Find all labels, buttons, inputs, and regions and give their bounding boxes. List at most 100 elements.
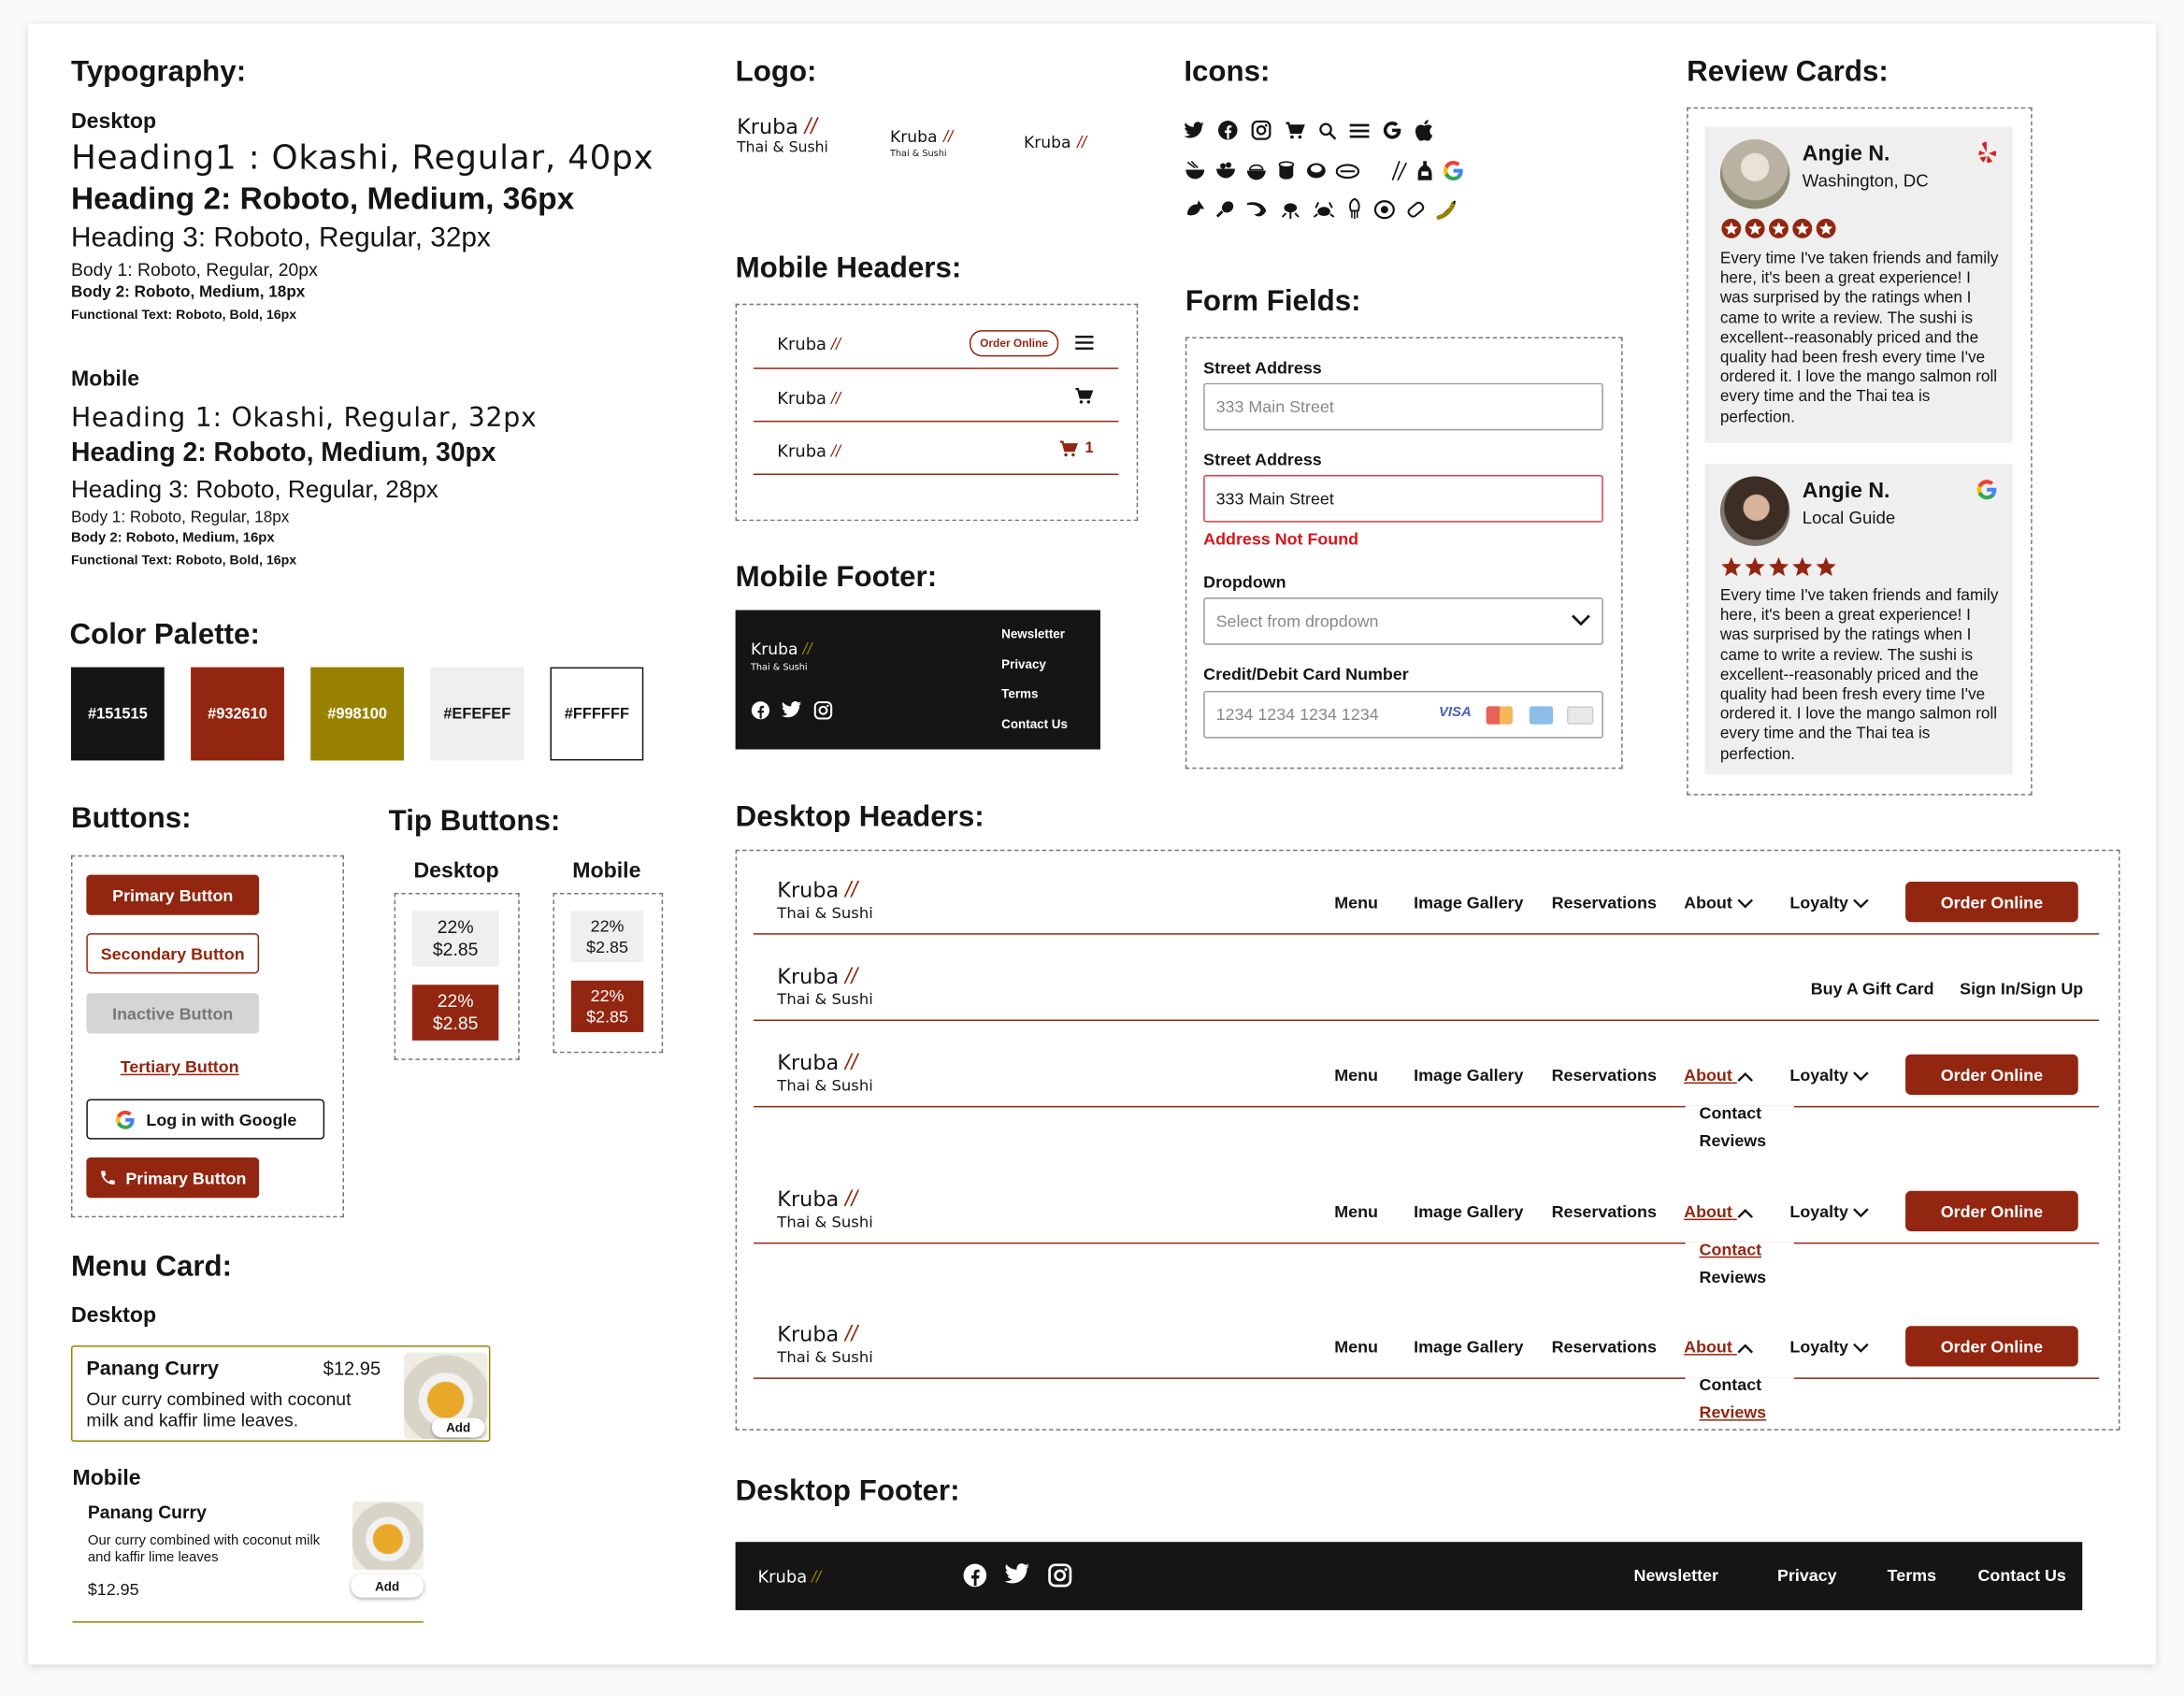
lobster-icon bbox=[1279, 198, 1302, 219]
header-logo[interactable]: Kruba //Thai & Sushi bbox=[777, 878, 872, 923]
nav-about[interactable]: About bbox=[1684, 893, 1754, 913]
primary-icon-button-label: Primary Button bbox=[125, 1168, 247, 1188]
primary-button[interactable]: Primary Button bbox=[86, 874, 260, 915]
order-online-button[interactable]: Order Online bbox=[1905, 1054, 2078, 1095]
secondary-button[interactable]: Secondary Button bbox=[86, 933, 260, 974]
google-icon bbox=[1382, 120, 1402, 140]
google-login-button[interactable]: Log in with Google bbox=[86, 1099, 325, 1140]
dropdown-contact[interactable]: Contact bbox=[1700, 1374, 1762, 1394]
tip-percent: 22% bbox=[590, 915, 625, 936]
header-logo[interactable]: Kruba //Thai & Sushi bbox=[777, 1186, 872, 1231]
nav-reservations[interactable]: Reservations bbox=[1552, 1066, 1657, 1085]
street-address-input[interactable]: 333 Main Street bbox=[1203, 382, 1603, 431]
footer-link-newsletter[interactable]: Newsletter bbox=[1634, 1566, 1718, 1586]
menu-card-mobile[interactable]: Panang Curry Our curry combined with coc… bbox=[72, 1496, 424, 1623]
order-online-button[interactable]: Order Online bbox=[1905, 1190, 2078, 1231]
footer-link-contact[interactable]: Contact Us bbox=[1001, 717, 1068, 731]
dropdown-reviews[interactable]: Reviews bbox=[1700, 1131, 1767, 1151]
instagram-icon bbox=[1251, 120, 1272, 140]
tip-percent: 22% bbox=[437, 915, 474, 938]
dropdown-select[interactable]: Select from dropdown bbox=[1203, 597, 1603, 645]
tip-mobile-default[interactable]: 22% $2.85 bbox=[570, 911, 644, 963]
nav-reservations[interactable]: Reservations bbox=[1552, 1337, 1657, 1357]
order-online-button[interactable]: Order Online bbox=[969, 330, 1059, 357]
footer-logo[interactable]: Kruba // bbox=[757, 1564, 821, 1589]
order-online-button[interactable]: Order Online bbox=[1905, 882, 2078, 923]
review-card-google: Angie N. Local Guide Every time I've tak… bbox=[1704, 464, 2013, 775]
inactive-button[interactable]: Inactive Button bbox=[86, 993, 260, 1034]
mobile-heading2-sample: Heading 2: Roboto, Medium, 30px bbox=[70, 438, 496, 468]
facebook-icon[interactable] bbox=[962, 1563, 987, 1588]
nav-reservations[interactable]: Reservations bbox=[1552, 893, 1657, 913]
instagram-icon[interactable] bbox=[1047, 1563, 1072, 1588]
cart-icon[interactable] bbox=[1074, 387, 1094, 405]
twitter-icon[interactable] bbox=[781, 700, 802, 720]
order-online-button[interactable]: Order Online bbox=[1905, 1326, 2078, 1367]
tip-desktop-default[interactable]: 22% $2.85 bbox=[411, 911, 499, 967]
desktop-header-about-open: Kruba //Thai & Sushi Menu Image Gallery … bbox=[753, 1050, 2100, 1108]
nav-loyalty-label: Loyalty bbox=[1789, 1065, 1848, 1085]
footer-link-newsletter[interactable]: Newsletter bbox=[1001, 626, 1065, 640]
menu-card-desktop[interactable]: Panang Curry $12.95 Our curry combined w… bbox=[70, 1345, 491, 1442]
nav-loyalty[interactable]: Loyalty bbox=[1789, 893, 1870, 913]
card-number-input[interactable]: 1234 1234 1234 1234 VISA bbox=[1203, 690, 1603, 739]
footer-link-contact[interactable]: Contact Us bbox=[1978, 1566, 2066, 1586]
add-button[interactable]: Add bbox=[351, 1574, 424, 1598]
footer-link-terms[interactable]: Terms bbox=[1888, 1566, 1936, 1586]
nav-loyalty[interactable]: Loyalty bbox=[1789, 1337, 1870, 1358]
nav-image-gallery[interactable]: Image Gallery bbox=[1414, 1066, 1523, 1085]
mobile-header-logo[interactable]: Kruba // bbox=[777, 386, 841, 411]
google-icon bbox=[1976, 478, 1999, 501]
hamburger-menu-icon[interactable] bbox=[1075, 335, 1094, 352]
mobile-header-logo[interactable]: Kruba // bbox=[777, 438, 841, 464]
cart-icon[interactable] bbox=[1058, 440, 1078, 458]
nav-image-gallery[interactable]: Image Gallery bbox=[1414, 893, 1523, 913]
drumstick-icon bbox=[1214, 198, 1235, 219]
rating-star bbox=[1721, 556, 1742, 577]
header-logo[interactable]: Kruba //Thai & Sushi bbox=[777, 1322, 872, 1367]
nav-loyalty-label: Loyalty bbox=[1789, 1201, 1848, 1222]
footer-logo[interactable]: Kruba // Thai & Sushi bbox=[751, 637, 812, 673]
tertiary-button[interactable]: Tertiary Button bbox=[86, 1053, 273, 1081]
mobile-header-logo[interactable]: Kruba // bbox=[777, 332, 841, 357]
mobile-functional-sample: Functional Text: Roboto, Bold, 16px bbox=[70, 553, 297, 568]
add-button[interactable]: Add bbox=[431, 1417, 485, 1438]
dropdown-reviews[interactable]: Reviews bbox=[1700, 1268, 1767, 1287]
tip-mobile-selected[interactable]: 22% $2.85 bbox=[570, 980, 644, 1032]
facebook-icon[interactable] bbox=[751, 700, 770, 720]
twitter-icon[interactable] bbox=[1004, 1563, 1030, 1588]
dropdown-reviews[interactable]: Reviews bbox=[1700, 1402, 1767, 1422]
nav-menu[interactable]: Menu bbox=[1334, 1337, 1378, 1357]
nav-buy-gift-card[interactable]: Buy A Gift Card bbox=[1811, 979, 1934, 999]
dropdown-contact[interactable]: Contact bbox=[1700, 1103, 1762, 1123]
tip-desktop-selected[interactable]: 22% $2.85 bbox=[411, 985, 499, 1041]
nav-menu[interactable]: Menu bbox=[1334, 893, 1378, 913]
header-logo[interactable]: Kruba //Thai & Sushi bbox=[777, 964, 872, 1009]
nav-loyalty[interactable]: Loyalty bbox=[1789, 1065, 1870, 1085]
header-logo[interactable]: Kruba //Thai & Sushi bbox=[777, 1050, 872, 1095]
nav-sign-in[interactable]: Sign In/Sign Up bbox=[1960, 979, 2083, 999]
nav-image-gallery[interactable]: Image Gallery bbox=[1414, 1202, 1523, 1222]
nav-about[interactable]: About bbox=[1684, 1202, 1754, 1222]
dropdown-contact[interactable]: Contact bbox=[1700, 1240, 1762, 1259]
street-address-input-error[interactable]: 333 Main Street bbox=[1203, 475, 1603, 523]
icons-row-2 bbox=[1184, 159, 1465, 182]
footer-link-privacy[interactable]: Privacy bbox=[1001, 657, 1046, 671]
card-number-label: Credit/Debit Card Number bbox=[1203, 664, 1409, 684]
footer-link-privacy[interactable]: Privacy bbox=[1777, 1566, 1837, 1586]
nav-loyalty[interactable]: Loyalty bbox=[1789, 1201, 1870, 1222]
cart-count: 1 bbox=[1085, 439, 1094, 457]
nav-reservations[interactable]: Reservations bbox=[1552, 1202, 1657, 1222]
nav-loyalty-label: Loyalty bbox=[1789, 1337, 1848, 1358]
footer-link-terms[interactable]: Terms bbox=[1001, 686, 1038, 700]
cart-icon bbox=[1285, 121, 1305, 140]
nav-image-gallery[interactable]: Image Gallery bbox=[1414, 1337, 1523, 1357]
nav-menu[interactable]: Menu bbox=[1334, 1202, 1378, 1222]
instagram-icon[interactable] bbox=[813, 700, 833, 720]
nav-about[interactable]: About bbox=[1684, 1337, 1754, 1357]
logo-wordmark: Kruba bbox=[751, 639, 798, 659]
bowl-icon bbox=[1214, 160, 1237, 180]
primary-icon-button[interactable]: Primary Button bbox=[86, 1157, 260, 1199]
nav-menu[interactable]: Menu bbox=[1334, 1066, 1378, 1085]
nav-about[interactable]: About bbox=[1684, 1066, 1754, 1085]
